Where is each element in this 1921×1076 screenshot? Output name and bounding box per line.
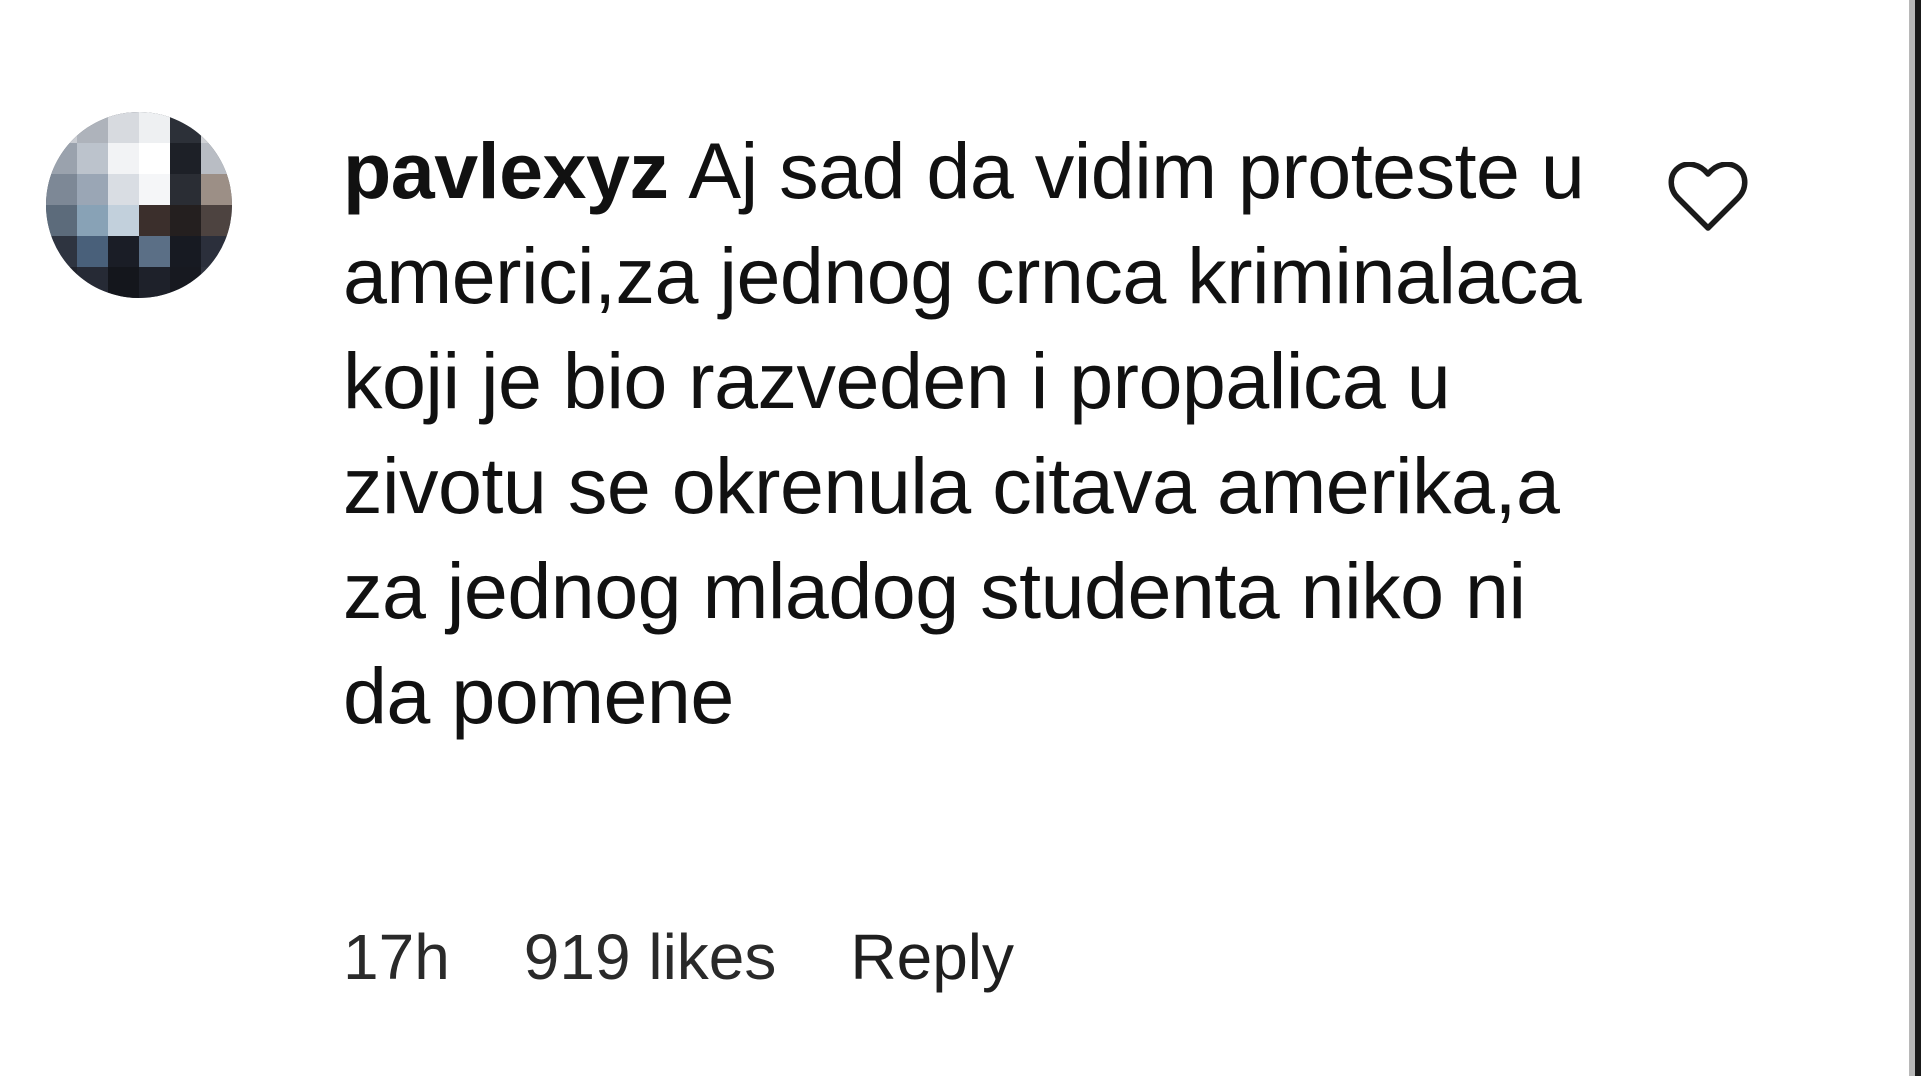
comment-username[interactable]: pavlexyz bbox=[343, 126, 669, 215]
comment-meta: 17h 919 likes Reply bbox=[343, 912, 1014, 1002]
comment-likes[interactable]: 919 likes bbox=[524, 920, 777, 994]
avatar[interactable] bbox=[46, 112, 232, 298]
comment-body: pavlexyz Aj sad da vidim proteste u ameri… bbox=[343, 118, 1593, 748]
comment-text: Aj sad da vidim proteste u americi,za je… bbox=[343, 126, 1585, 740]
reply-button[interactable]: Reply bbox=[850, 920, 1014, 994]
comment-time: 17h bbox=[343, 921, 450, 993]
heart-icon[interactable] bbox=[1668, 161, 1748, 234]
edge-border bbox=[1915, 0, 1921, 1076]
comment-screen: pavlexyz Aj sad da vidim proteste u ameri… bbox=[0, 0, 1921, 1076]
